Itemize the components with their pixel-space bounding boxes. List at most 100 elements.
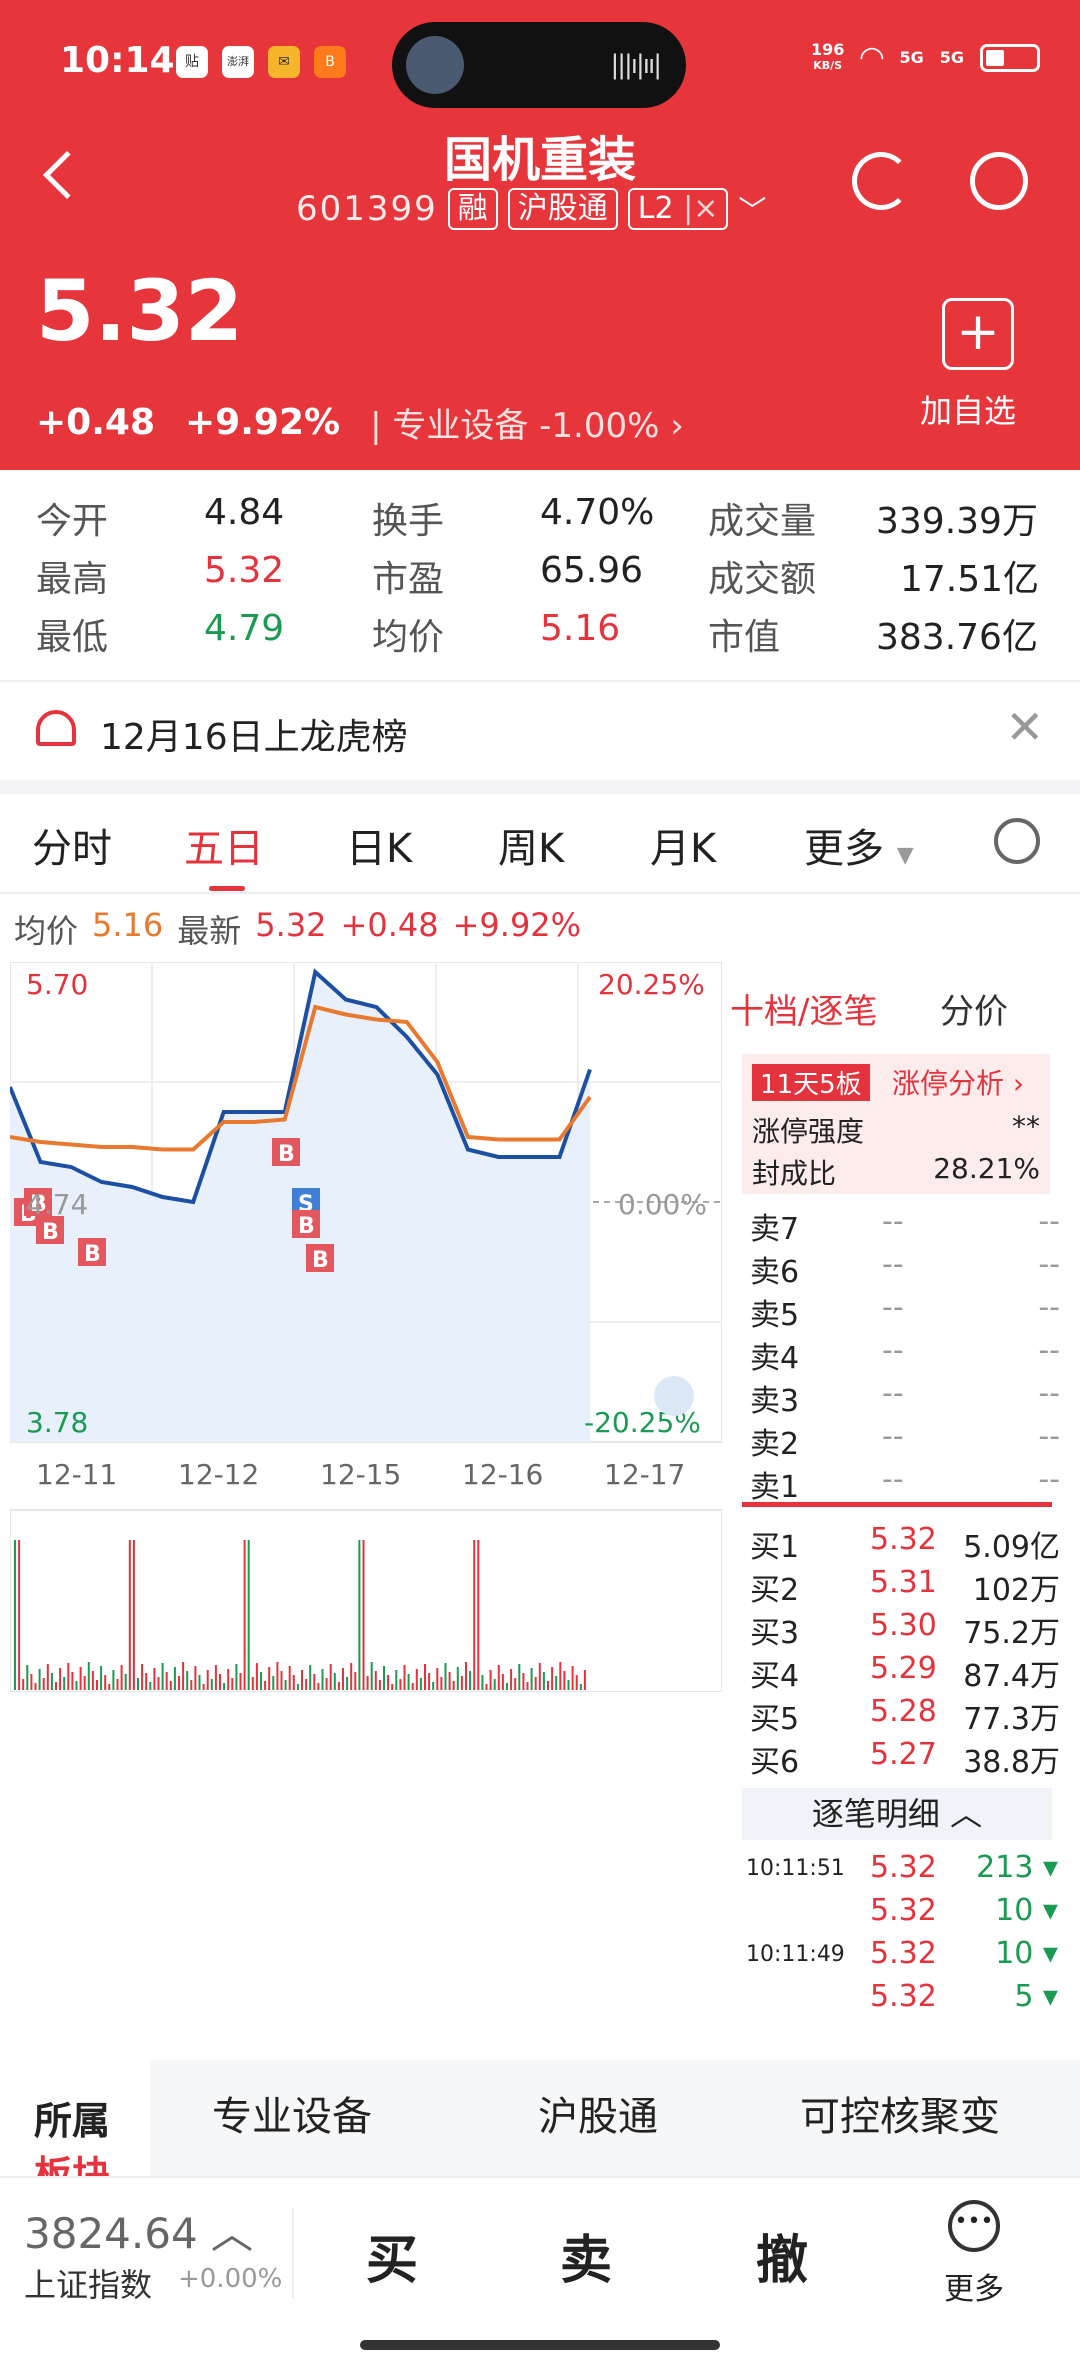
- volume-bar: [169, 1681, 172, 1690]
- volume-bar: [399, 1679, 402, 1690]
- add-watchlist-label[interactable]: 加自选: [920, 386, 1016, 432]
- volume-bar: [305, 1679, 308, 1690]
- signal-icon: 5G: [899, 48, 924, 67]
- industry-link[interactable]: | 专业设备 -1.00% ›: [370, 398, 684, 447]
- add-watchlist-button[interactable]: +: [942, 298, 1014, 370]
- volume-bar: [26, 1665, 29, 1690]
- stock-subline[interactable]: 601399 融 沪股通 L2 |⨯ ﹀: [296, 188, 766, 230]
- divider: [0, 780, 1080, 794]
- order-volume: 87.4万: [963, 1659, 1060, 1694]
- order-price: --: [882, 1462, 904, 1497]
- cancel-button[interactable]: 撤: [756, 2218, 808, 2293]
- volume-bar: [342, 1668, 344, 1690]
- volume-bar: [34, 1683, 37, 1690]
- order-level-label: 卖6: [750, 1255, 800, 1290]
- dragon-tiger-notice[interactable]: 12月16日上龙虎榜 ✕: [0, 680, 1080, 780]
- volume-bar: [186, 1671, 189, 1690]
- trade-marker-label: B: [278, 1142, 295, 1167]
- volume-bar: [182, 1662, 185, 1690]
- volume-bar: [116, 1679, 119, 1690]
- sell-order-row[interactable]: 卖2 -- --: [746, 1419, 1066, 1462]
- current-price: 5.32: [36, 262, 244, 360]
- stock-code: 601399: [296, 189, 438, 229]
- volume-bar: [579, 1684, 582, 1690]
- tab-weekly-k[interactable]: 周K: [498, 816, 564, 874]
- trade-marker-label: B: [312, 1248, 329, 1273]
- volume-bar: [571, 1666, 574, 1690]
- sell-order-row[interactable]: 卖1 -- --: [746, 1462, 1066, 1505]
- sell-order-row[interactable]: 卖7 -- --: [746, 1204, 1066, 1247]
- tab-five-day[interactable]: 五日: [184, 816, 264, 891]
- sell-order-row[interactable]: 卖6 -- --: [746, 1247, 1066, 1290]
- limit-up-card[interactable]: 11天5板 涨停分析 › 涨停强度 ** 封成比 28.21%: [742, 1054, 1050, 1194]
- volume-bar: [63, 1677, 66, 1690]
- buy-order-row[interactable]: 买2 5.31 102万: [746, 1565, 1066, 1608]
- tick-detail-header[interactable]: 逐笔明细 ︿: [742, 1788, 1052, 1840]
- sell-order-row[interactable]: 卖3 -- --: [746, 1376, 1066, 1419]
- tab-order-book[interactable]: 十档/逐笔: [730, 984, 877, 1033]
- volume-bar: [137, 1678, 139, 1690]
- tab-price-distribution[interactable]: 分价: [940, 984, 1008, 1033]
- dynamic-island: |||ı|ıı|: [392, 22, 686, 108]
- chart-tabs: 分时 五日 日K 周K 月K 更多 ▼: [0, 794, 1080, 894]
- stat-label: 市盈: [372, 559, 445, 600]
- order-price: 5.29: [870, 1651, 937, 1686]
- buy-order-row[interactable]: 买5 5.28 77.3万: [746, 1694, 1066, 1737]
- volume-bar: [38, 1669, 41, 1690]
- more-label[interactable]: 更多: [944, 2264, 1004, 2308]
- connect-tag: 沪股通: [507, 188, 618, 230]
- music-avatar-icon: [406, 36, 464, 94]
- volume-bar: [518, 1664, 521, 1690]
- buy-order-row[interactable]: 买3 5.30 75.2万: [746, 1608, 1066, 1651]
- sector-item[interactable]: 沪股通: [538, 2084, 658, 2142]
- more-icon[interactable]: •••: [948, 2200, 1000, 2252]
- volume-bar: [542, 1672, 545, 1690]
- expand-icon[interactable]: [654, 1376, 694, 1416]
- volume-bar: [202, 1684, 205, 1690]
- buy-order-row[interactable]: 买4 5.29 87.4万: [746, 1651, 1066, 1694]
- sell-button[interactable]: 卖: [560, 2218, 612, 2293]
- net-speed: 196 KB/S: [810, 39, 845, 72]
- tab-daily-k[interactable]: 日K: [346, 816, 412, 874]
- sector-row: 所属 板块 专业设备 沪股通 可控核聚变: [0, 2060, 1080, 2180]
- volume-bar: [440, 1677, 443, 1690]
- stat-value: 4.84: [204, 492, 285, 533]
- tick-price: 5.32: [870, 1893, 937, 1928]
- stat-value: 17.51亿: [900, 559, 1040, 600]
- volume-bar: [268, 1667, 271, 1690]
- five-day-chart[interactable]: BBBBSBBB 5.70 4.74 3.78 20.25% 0.00% -20…: [8, 961, 723, 1693]
- tab-intraday[interactable]: 分时: [32, 816, 112, 874]
- y-tick-right-mid: 0.00%: [618, 1188, 707, 1221]
- tab-more[interactable]: 更多 ▼: [804, 816, 914, 874]
- index-value[interactable]: 3824.64 ︿: [24, 2200, 253, 2261]
- signal-icon: 5G: [939, 48, 964, 67]
- chevron-down-icon[interactable]: ﹀: [738, 189, 766, 229]
- buy-order-row[interactable]: 买1 5.32 5.09亿: [746, 1522, 1066, 1565]
- buy-order-row[interactable]: 买6 5.27 38.8万: [746, 1737, 1066, 1780]
- price-chart-svg: BBBBSBBB 5.70 4.74 3.78 20.25% 0.00% -20…: [8, 961, 723, 1693]
- volume-bar: [206, 1670, 209, 1690]
- wifi-icon: ◠: [860, 40, 884, 75]
- sell-order-row[interactable]: 卖4 -- --: [746, 1333, 1066, 1376]
- order-level-label: 卖2: [750, 1427, 800, 1462]
- volume-bar: [473, 1540, 476, 1690]
- sector-item[interactable]: 专业设备: [212, 2084, 372, 2142]
- volume-bar: [96, 1680, 98, 1690]
- close-icon[interactable]: ✕: [1005, 700, 1044, 754]
- limit-analysis-link[interactable]: 涨停分析 ›: [892, 1062, 1024, 1102]
- search-icon[interactable]: [970, 152, 1028, 210]
- stat-value: 339.39万: [876, 501, 1038, 542]
- sell-order-row[interactable]: 卖5 -- --: [746, 1290, 1066, 1333]
- order-volume: --: [1038, 1290, 1060, 1325]
- stat-value: 383.76亿: [876, 617, 1038, 658]
- stat-label: 换手: [372, 501, 445, 542]
- settings-icon[interactable]: [994, 818, 1040, 864]
- buy-button[interactable]: 买: [366, 2218, 418, 2293]
- sector-item[interactable]: 可控核聚变: [800, 2084, 1000, 2142]
- volume-bar: [219, 1674, 221, 1690]
- tab-monthly-k[interactable]: 月K: [650, 816, 716, 874]
- volume-bar: [22, 1679, 25, 1690]
- volume-bar: [477, 1540, 480, 1690]
- volume-bar: [132, 1540, 135, 1690]
- refresh-icon[interactable]: [852, 152, 910, 210]
